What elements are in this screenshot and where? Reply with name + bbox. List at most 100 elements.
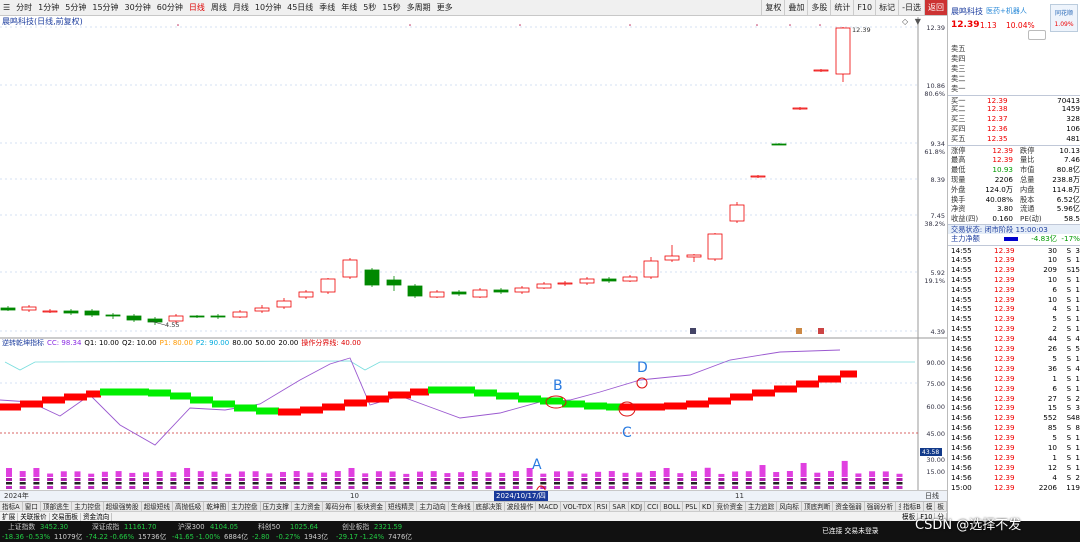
expand-button[interactable] bbox=[1028, 30, 1046, 40]
tick-row-cell: 12.39 bbox=[994, 314, 1015, 324]
tick-row-cell: S bbox=[1066, 274, 1071, 284]
indicator-tab[interactable]: 底部决策 bbox=[474, 502, 505, 511]
indicator-tab[interactable]: 主力资金 bbox=[292, 502, 324, 511]
indicator-tab[interactable]: 顶部逃生 bbox=[41, 502, 73, 511]
candle-body bbox=[276, 300, 292, 308]
index-name[interactable]: 创业板指 bbox=[342, 522, 369, 532]
index-pct: -1.24% bbox=[360, 533, 385, 541]
indicator-tab[interactable]: 短线精灵 bbox=[386, 502, 418, 511]
index-change: -29.17 bbox=[336, 533, 358, 541]
indicator-step-segment bbox=[300, 406, 323, 414]
tick-row-cell: S bbox=[1066, 472, 1071, 482]
tick-row-cell: 14:55 bbox=[951, 294, 972, 304]
index-name[interactable]: 科创50 bbox=[258, 522, 280, 532]
tick-row-cell: 14:56 bbox=[951, 353, 972, 363]
candle-body bbox=[557, 282, 573, 285]
tick-row: 14:55 12.39 5 S 1 bbox=[948, 314, 1080, 324]
tick-row-cell: 1 bbox=[1075, 383, 1080, 393]
indicator-tab[interactable]: 顶底判断 bbox=[802, 502, 834, 511]
indicator-tab[interactable]: BOLL bbox=[661, 502, 684, 511]
price-axis-label: 5.92 bbox=[931, 269, 945, 277]
tab-right-item[interactable]: 指标B bbox=[901, 502, 924, 511]
index-name[interactable]: 沪深300 bbox=[178, 522, 205, 532]
handwritten-marker: D bbox=[637, 360, 648, 376]
index-value: 1025.64 bbox=[290, 523, 319, 531]
stat-row-cell: 5.96亿 bbox=[1056, 204, 1080, 214]
indicator-tab[interactable]: 主力追踪 bbox=[746, 502, 778, 511]
indicator-tab[interactable]: 风向标 bbox=[777, 502, 802, 511]
tab-right-item[interactable]: 板 bbox=[935, 502, 947, 511]
indicator-tab[interactable]: 压力支撑 bbox=[261, 502, 292, 511]
indicator-tab[interactable]: CCI bbox=[645, 502, 662, 511]
indicator-tab[interactable]: 主力控盘 bbox=[229, 502, 261, 511]
volume-bar bbox=[677, 473, 684, 477]
indicator-step-segment bbox=[322, 403, 345, 411]
indicator-tab[interactable]: 资金强弱 bbox=[833, 502, 865, 511]
indicator-tab[interactable]: 窗口 bbox=[23, 502, 41, 511]
indicator-tab[interactable]: 强弱分析 bbox=[865, 502, 897, 511]
index-pct: -0.66% bbox=[110, 533, 135, 541]
indicator-tab[interactable]: 指标A bbox=[0, 502, 23, 511]
indicator-tab[interactable]: 板块资金 bbox=[355, 502, 387, 511]
bottom-tab[interactable]: 交易面板 bbox=[50, 513, 81, 521]
indicator-tab[interactable]: RSI bbox=[595, 502, 611, 511]
indicator-tab[interactable]: 波段操作 bbox=[505, 502, 537, 511]
indicator-tab[interactable]: 超级短线 bbox=[142, 502, 173, 511]
bottom-tab[interactable]: 扩展 bbox=[0, 513, 19, 521]
indicator-tab[interactable]: MACD bbox=[536, 502, 562, 511]
indicator-tab[interactable]: 乾坤图 bbox=[204, 502, 230, 511]
tick-row-cell: 4 bbox=[1052, 304, 1057, 314]
indicator-tab[interactable]: PSL bbox=[683, 502, 701, 511]
candle-body bbox=[298, 291, 314, 298]
chart-controls[interactable]: ◇ ▼ bbox=[902, 16, 923, 27]
tick-row: 14:55 12.39 209 S 15 bbox=[948, 265, 1080, 275]
bottom-tab[interactable]: 资金流向 bbox=[81, 513, 113, 521]
event-marker[interactable] bbox=[796, 328, 802, 334]
event-marker[interactable] bbox=[818, 328, 824, 334]
index-name[interactable]: 上证指数 bbox=[8, 522, 35, 532]
tick-row-cell: S bbox=[1066, 324, 1071, 334]
indicator-tab[interactable]: VOL-TDX bbox=[561, 502, 595, 511]
index-name[interactable]: 深证成指 bbox=[92, 522, 119, 532]
indicator-tab[interactable]: 竞价资金 bbox=[714, 502, 746, 511]
volume-bar bbox=[184, 468, 191, 477]
indicator-tab[interactable]: 筹码分布 bbox=[323, 502, 355, 511]
candle-body bbox=[21, 306, 37, 311]
tick-row-cell: 15 bbox=[1047, 403, 1057, 413]
event-marker[interactable] bbox=[690, 328, 696, 334]
stock-concept-tag[interactable]: 医药+机器人 bbox=[986, 6, 1027, 16]
mini-index-widget[interactable]: 同花顺 1.09% bbox=[1050, 4, 1078, 32]
indicator-tab[interactable]: KDJ bbox=[629, 502, 646, 511]
indicator-tab[interactable]: 生命线 bbox=[449, 502, 474, 511]
volume-bar bbox=[60, 471, 67, 477]
candle-body bbox=[729, 204, 745, 222]
stat-row-cell: 10.93 bbox=[992, 164, 1013, 174]
indicator-tab[interactable]: 主力控盘 bbox=[72, 502, 104, 511]
buy-row-cell: 12.35 bbox=[987, 134, 1008, 144]
volume-bar bbox=[499, 472, 506, 477]
indicator-step-segment bbox=[642, 403, 665, 411]
tick-row: 14:56 12.39 1 S 1 bbox=[948, 374, 1080, 384]
volume-bar bbox=[882, 471, 889, 477]
sell-row: 卖三 bbox=[948, 64, 1080, 74]
tick-row: 15:00 12.39 2206 119 bbox=[948, 483, 1080, 493]
sell-row: 卖一 bbox=[948, 84, 1080, 94]
index-pct: -0.53% bbox=[26, 533, 51, 541]
indicator-step-segment bbox=[584, 402, 607, 410]
indicator-tab[interactable]: KD bbox=[700, 502, 715, 511]
indicator-tab[interactable]: SAR bbox=[610, 502, 629, 511]
buy-row: 买五 12.35 481 bbox=[948, 134, 1080, 144]
candle-body bbox=[536, 283, 552, 289]
candle-body bbox=[601, 278, 617, 282]
indicator-step-segment bbox=[428, 386, 453, 394]
indicator-step-segment bbox=[234, 404, 257, 412]
indicator-step-segment bbox=[686, 400, 709, 408]
tab-right-item[interactable]: 模 bbox=[924, 502, 936, 511]
candle-body bbox=[643, 260, 659, 278]
indicator-tab[interactable]: 主力动向 bbox=[417, 502, 449, 511]
indicator-readout: 43.58 bbox=[922, 449, 939, 456]
indicator-tab[interactable]: 高抛低吸 bbox=[173, 502, 205, 511]
indicator-tab[interactable]: 超级强势股 bbox=[104, 502, 142, 511]
bottom-tab[interactable]: 关联报价 bbox=[18, 513, 50, 521]
indicator-step-segment bbox=[540, 397, 563, 405]
